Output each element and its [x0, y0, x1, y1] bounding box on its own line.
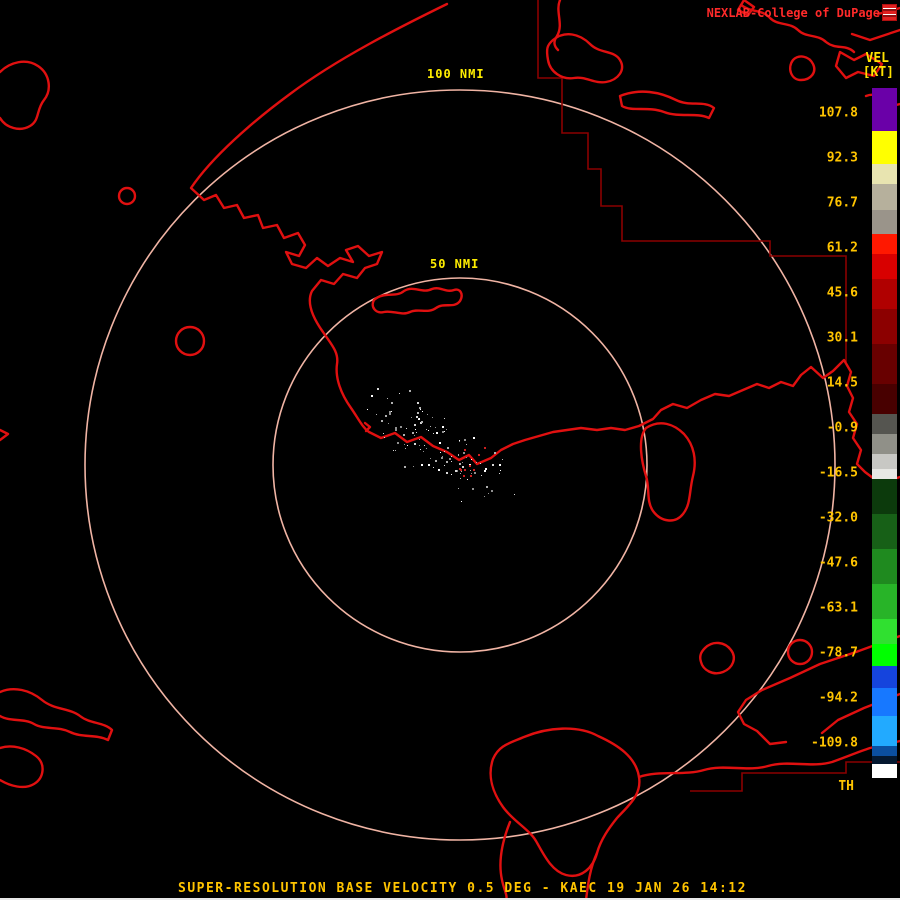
colorbar-segment: [872, 454, 897, 469]
colorbar-segment: [872, 234, 897, 254]
colorbar-segment: [872, 619, 897, 644]
coastline-path: [363, 421, 372, 433]
nexlab-logo-icon: [882, 4, 897, 21]
colorbar-tick: -63.1: [818, 600, 858, 616]
colorbar-tick: -16.5: [818, 465, 858, 481]
colorbar-segment: [872, 479, 897, 514]
radar-display: 100 NMI 50 NMI NEXLAB-College of DuPage …: [0, 0, 900, 900]
range-ring-100nmi: [84, 89, 836, 841]
colorbar-segment: [872, 344, 897, 384]
colorbar-tick: 76.7: [826, 195, 858, 211]
coastline-path: [618, 90, 716, 120]
colorbar-segment: [872, 469, 897, 479]
colorbar-tick: -109.8: [811, 735, 858, 751]
colorbar-segment: [872, 309, 897, 344]
colorbar-tick: -94.2: [818, 690, 858, 706]
colorbar-tick: -32.0: [818, 510, 858, 526]
product-title: SUPER-RESOLUTION BASE VELOCITY 0.5 DEG -…: [178, 881, 747, 896]
colorbar-segment: [872, 184, 897, 210]
colorbar-segment: [872, 131, 897, 164]
colorbar-tick: 30.1: [826, 330, 858, 346]
coastline-path: [639, 422, 696, 522]
colorbar-segment: [872, 688, 897, 716]
colorbar-tick: 45.6: [826, 285, 858, 301]
coastlines: [0, 0, 900, 900]
colorbar-segment: [872, 514, 897, 549]
colorbar-segment: [872, 434, 897, 454]
colorbar-segment: [872, 164, 897, 184]
velocity-colorbar: [872, 88, 897, 778]
coastline-path: [789, 55, 816, 82]
colorbar-segment: [872, 384, 897, 414]
colorbar-segment: [872, 756, 897, 764]
island-outline: [174, 325, 206, 357]
colorbar-threshold-label: TH: [838, 779, 854, 794]
coastline-path: [637, 739, 900, 779]
coastline-path: [189, 2, 900, 480]
colorbar-segment: [872, 254, 897, 279]
colorbar-tick: 92.3: [826, 150, 858, 166]
coastline-path: [0, 60, 50, 130]
colorbar-tick: -47.6: [818, 555, 858, 571]
colorbar-tick: 14.5: [826, 375, 858, 391]
coastline-path: [850, 28, 900, 42]
colorbar-unit-label: VEL: [865, 51, 889, 66]
colorbar-tick: 61.2: [826, 240, 858, 256]
coastline-path: [553, 0, 562, 52]
colorbar-segment: [872, 210, 897, 234]
range-rings: [84, 89, 836, 841]
coastline-path: [0, 428, 10, 442]
colorbar-unit-bracket: [KT]: [862, 65, 894, 80]
colorbar-segment: [872, 746, 897, 756]
colorbar-segment: [872, 716, 897, 746]
coastline-path: [0, 688, 114, 742]
colorbar-segment: [872, 584, 897, 619]
coastline-path: [371, 287, 463, 315]
colorbar-segment: [872, 549, 897, 584]
coastline-path: [0, 745, 44, 789]
colorbar-segment: [872, 764, 897, 778]
coastline-path: [489, 727, 641, 878]
island-outline: [117, 186, 137, 206]
colorbar-segment: [872, 666, 897, 688]
colorbar-segment: [872, 644, 897, 666]
colorbar-segment: [872, 88, 897, 131]
nexlab-brand-text: NEXLAB-College of DuPage: [706, 6, 880, 20]
range-label-100nmi: 100 NMI: [424, 67, 488, 81]
island-outline: [786, 638, 814, 666]
coastline-path: [545, 33, 624, 84]
colorbar-tick: -78.7: [818, 645, 858, 661]
boundary-line: [690, 761, 900, 792]
range-ring-50nmi: [272, 277, 648, 653]
radar-map: [0, 0, 900, 900]
colorbar-segment: [872, 279, 897, 309]
range-label-50nmi: 50 NMI: [427, 257, 483, 271]
coastline-path: [699, 641, 735, 675]
colorbar-tick: -0.9: [826, 420, 858, 436]
colorbar-tick: 107.8: [818, 105, 858, 121]
colorbar-segment: [872, 414, 897, 434]
